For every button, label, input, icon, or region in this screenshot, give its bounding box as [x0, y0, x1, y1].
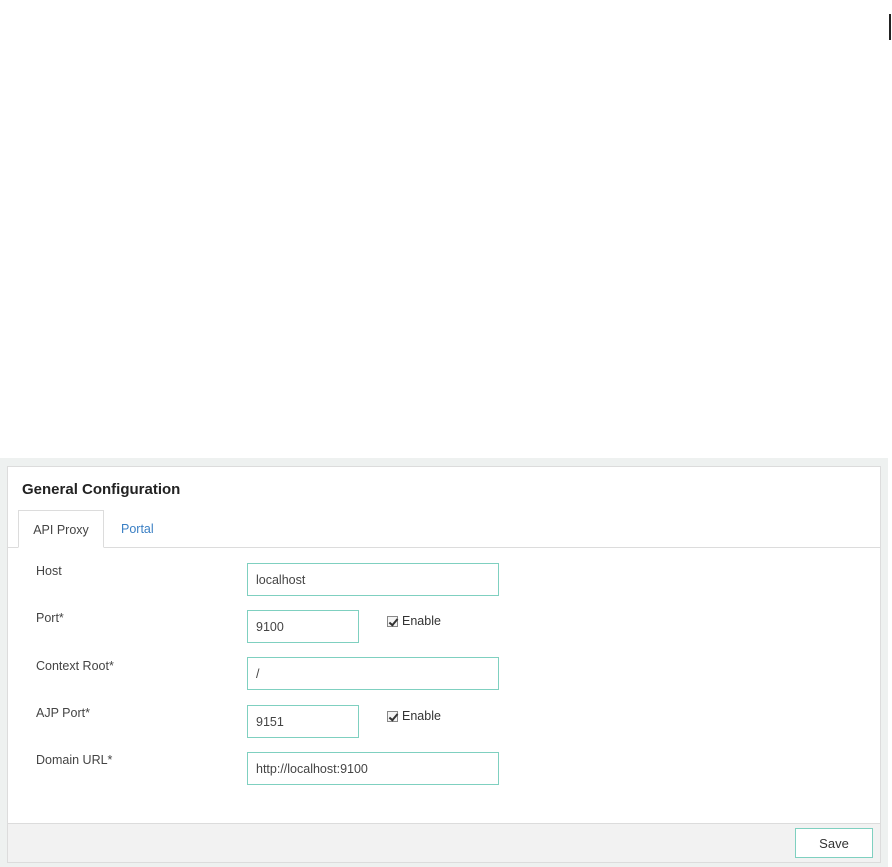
tab-portal[interactable]: Portal	[121, 510, 154, 548]
general-configuration-panel: General Configuration API Proxy Portal H…	[7, 466, 881, 863]
save-button[interactable]: Save	[795, 828, 873, 858]
domain-url-input[interactable]	[247, 752, 499, 785]
domain-url-label: Domain URL*	[36, 753, 113, 767]
ajp-port-enable-label: Enable	[402, 709, 441, 723]
port-enable-toggle[interactable]: Enable	[387, 614, 441, 628]
tab-api-proxy[interactable]: API Proxy	[18, 510, 104, 548]
ajp-port-label: AJP Port*	[36, 706, 90, 720]
port-input[interactable]	[247, 610, 359, 643]
host-input[interactable]	[247, 563, 499, 596]
ajp-port-input[interactable]	[247, 705, 359, 738]
ajp-port-enable-checkbox[interactable]	[387, 710, 398, 722]
context-root-input[interactable]	[247, 657, 499, 690]
port-enable-label: Enable	[402, 614, 441, 628]
port-enable-checkbox[interactable]	[387, 615, 398, 627]
host-label: Host	[36, 564, 62, 578]
window-edge-marker	[889, 14, 891, 40]
ajp-port-enable-toggle[interactable]: Enable	[387, 709, 441, 723]
panel-title: General Configuration	[22, 481, 181, 498]
context-root-label: Context Root*	[36, 659, 114, 673]
panel-footer: Save	[8, 823, 880, 862]
port-label: Port*	[36, 611, 64, 625]
